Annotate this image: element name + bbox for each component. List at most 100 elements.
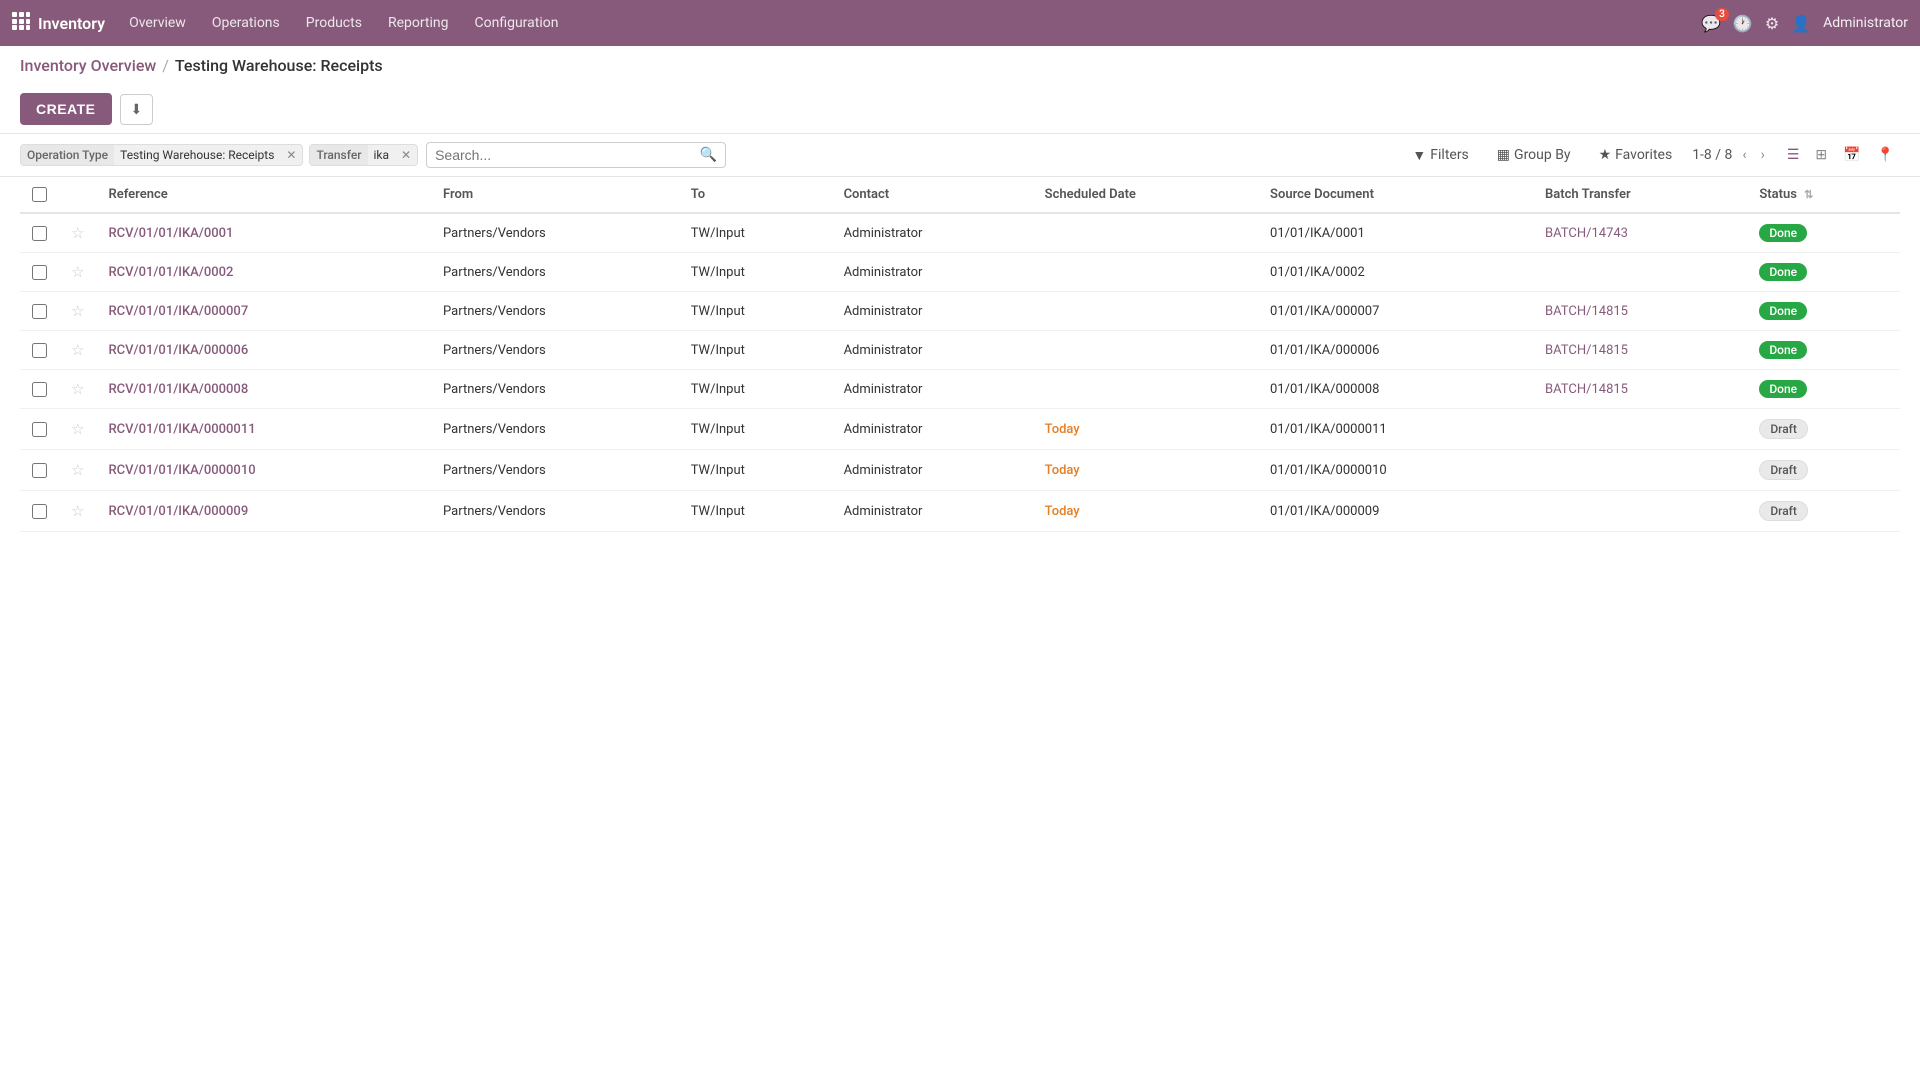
user-switch-icon[interactable]: 👤	[1791, 14, 1811, 33]
favorite-star[interactable]: ☆	[71, 263, 84, 281]
prev-page-button[interactable]: ‹	[1738, 145, 1750, 165]
row-checkbox[interactable]	[32, 422, 47, 437]
reference-link[interactable]: RCV/01/01/IKA/000006	[108, 343, 248, 358]
table-header-row: Reference From To Contact Scheduled Date…	[20, 177, 1900, 213]
contact-header[interactable]: Contact	[832, 177, 1033, 213]
source-document-cell: 01/01/IKA/0001	[1258, 213, 1533, 253]
create-button[interactable]: CREATE	[20, 93, 112, 125]
nav-overview[interactable]: Overview	[117, 9, 198, 37]
group-by-button[interactable]: ▦ Group By	[1489, 143, 1579, 167]
contact-cell: Administrator	[832, 450, 1033, 491]
favorite-star[interactable]: ☆	[71, 224, 84, 242]
reference-link[interactable]: RCV/01/01/IKA/0001	[108, 226, 233, 241]
favorites-button[interactable]: ★ Favorites	[1591, 143, 1681, 167]
reference-link[interactable]: RCV/01/01/IKA/0002	[108, 265, 233, 280]
favorite-star[interactable]: ☆	[71, 302, 84, 320]
scheduled-date-cell: Today	[1033, 409, 1258, 450]
reference-link[interactable]: RCV/01/01/IKA/000009	[108, 504, 248, 519]
nav-configuration[interactable]: Configuration	[463, 9, 571, 37]
favorite-star[interactable]: ☆	[71, 420, 84, 438]
search-icon[interactable]: 🔍	[700, 147, 717, 163]
scheduled-date-cell	[1033, 370, 1258, 409]
reference-link[interactable]: RCV/01/01/IKA/0000010	[108, 463, 255, 478]
nav-operations[interactable]: Operations	[200, 9, 292, 37]
row-checkbox[interactable]	[32, 304, 47, 319]
source-document-cell: 01/01/IKA/000006	[1258, 331, 1533, 370]
search-input[interactable]	[435, 147, 700, 163]
filters-button[interactable]: ▼ Filters	[1404, 143, 1476, 168]
reference-link[interactable]: RCV/01/01/IKA/000008	[108, 382, 248, 397]
contact-cell: Administrator	[832, 331, 1033, 370]
batch-link[interactable]: BATCH/14815	[1545, 382, 1628, 397]
app-logo[interactable]: Inventory	[12, 12, 105, 34]
breadcrumb-current: Testing Warehouse: Receipts	[175, 56, 383, 75]
scheduled-date-header[interactable]: Scheduled Date	[1033, 177, 1258, 213]
favorite-star[interactable]: ☆	[71, 380, 84, 398]
star-icon: ★	[1599, 147, 1612, 163]
batch-link[interactable]: BATCH/14815	[1545, 343, 1628, 358]
reference-link[interactable]: RCV/01/01/IKA/000007	[108, 304, 248, 319]
batch-link[interactable]: BATCH/14815	[1545, 304, 1628, 319]
to-cell: TW/Input	[679, 409, 832, 450]
to-header[interactable]: To	[679, 177, 832, 213]
status-badge-done: Done	[1759, 224, 1807, 242]
from-cell: Partners/Vendors	[431, 450, 679, 491]
from-header[interactable]: From	[431, 177, 679, 213]
status-badge-draft: Draft	[1759, 460, 1808, 480]
row-checkbox[interactable]	[32, 343, 47, 358]
notification-badge: 3	[1715, 8, 1729, 21]
row-checkbox[interactable]	[32, 382, 47, 397]
nav-products[interactable]: Products	[294, 9, 374, 37]
sort-icon: ⇅	[1804, 188, 1813, 201]
favorite-star[interactable]: ☆	[71, 502, 84, 520]
batch-transfer-cell: BATCH/14815	[1533, 292, 1747, 331]
to-cell: TW/Input	[679, 450, 832, 491]
favorite-star[interactable]: ☆	[71, 341, 84, 359]
status-badge-done: Done	[1759, 302, 1807, 320]
nav-reporting[interactable]: Reporting	[376, 9, 461, 37]
list-view-button[interactable]: ☰	[1781, 143, 1806, 167]
transfer-remove[interactable]: ✕	[395, 145, 417, 165]
source-document-cell: 01/01/IKA/0000011	[1258, 409, 1533, 450]
operation-type-remove[interactable]: ✕	[280, 145, 302, 165]
settings-icon[interactable]: ⚙	[1765, 14, 1779, 33]
row-checkbox[interactable]	[32, 226, 47, 241]
view-mode-buttons: ☰ ⊞ 📅 📍	[1781, 143, 1900, 167]
select-all-checkbox[interactable]	[32, 187, 47, 202]
reference-header[interactable]: Reference	[96, 177, 431, 213]
view-controls: ▼ Filters ▦ Group By ★ Favorites 1-8 / 8…	[1404, 143, 1900, 168]
status-cell: Done	[1747, 331, 1900, 370]
source-document-header[interactable]: Source Document	[1258, 177, 1533, 213]
next-page-button[interactable]: ›	[1757, 145, 1769, 165]
table-row: ☆RCV/01/01/IKA/000009Partners/VendorsTW/…	[20, 491, 1900, 532]
filter-icon: ▼	[1412, 147, 1426, 164]
batch-link[interactable]: BATCH/14743	[1545, 226, 1628, 241]
source-document-cell: 01/01/IKA/0000010	[1258, 450, 1533, 491]
scheduled-date-cell: Today	[1033, 491, 1258, 532]
batch-transfer-cell: BATCH/14815	[1533, 370, 1747, 409]
reference-link[interactable]: RCV/01/01/IKA/0000011	[108, 422, 255, 437]
contact-cell: Administrator	[832, 292, 1033, 331]
favorite-star[interactable]: ☆	[71, 461, 84, 479]
download-button[interactable]: ⬇	[120, 94, 154, 125]
map-view-button[interactable]: 📍	[1871, 143, 1900, 167]
batch-transfer-header[interactable]: Batch Transfer	[1533, 177, 1747, 213]
transfer-label: Transfer	[310, 145, 367, 165]
to-cell: TW/Input	[679, 292, 832, 331]
messages-icon[interactable]: 💬 3	[1701, 14, 1721, 33]
row-checkbox[interactable]	[32, 504, 47, 519]
status-cell: Done	[1747, 370, 1900, 409]
calendar-view-button[interactable]: 📅	[1837, 143, 1866, 167]
top-navigation: Inventory Overview Operations Products R…	[0, 0, 1920, 46]
contact-cell: Administrator	[832, 491, 1033, 532]
row-checkbox[interactable]	[32, 463, 47, 478]
status-header[interactable]: Status ⇅	[1747, 177, 1900, 213]
select-all-header	[20, 177, 59, 213]
clock-icon[interactable]: 🕐	[1733, 14, 1753, 33]
user-menu[interactable]: Administrator	[1823, 15, 1908, 31]
kanban-view-button[interactable]: ⊞	[1809, 143, 1833, 167]
breadcrumb-parent[interactable]: Inventory Overview	[20, 56, 156, 75]
status-cell: Done	[1747, 213, 1900, 253]
row-checkbox[interactable]	[32, 265, 47, 280]
to-cell: TW/Input	[679, 370, 832, 409]
